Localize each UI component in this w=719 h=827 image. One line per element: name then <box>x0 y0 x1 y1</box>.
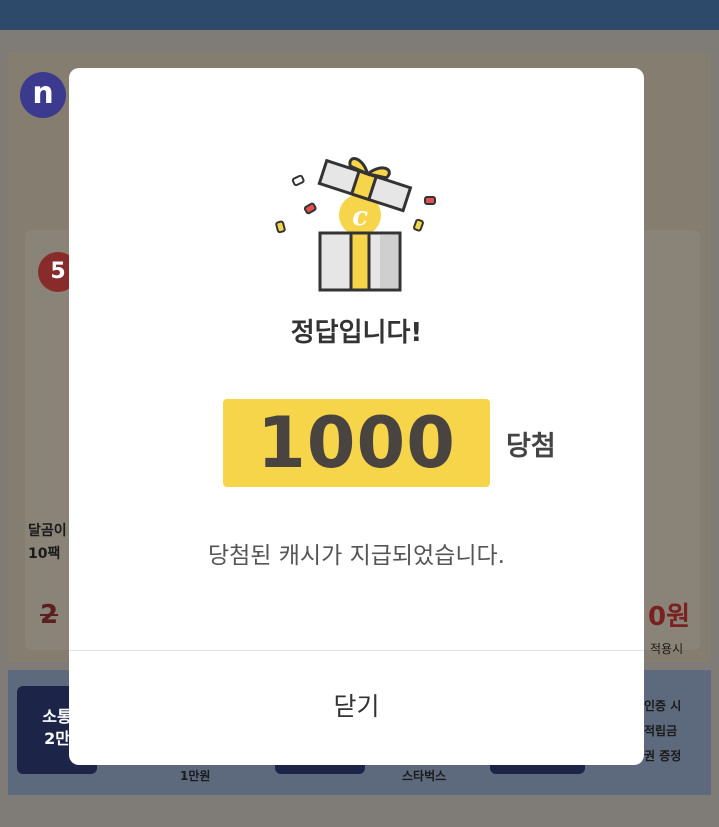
bottom-right-line2: 적립금 <box>644 724 678 738</box>
background-product-card-right <box>640 230 700 650</box>
prize-suffix: 당첨 <box>506 431 556 462</box>
bottom-right-line1: 인증 시 <box>644 699 682 713</box>
gift-box-cash-icon: c <box>275 157 436 292</box>
result-headline: 정답입니다! <box>290 318 423 348</box>
price-note: 적용시 <box>650 642 684 656</box>
background-top-bar <box>0 0 719 30</box>
prize-amount: 1000 <box>223 399 490 487</box>
bottom-caption-1: 1만원 <box>180 769 211 783</box>
product-name-line2: 10팩 <box>28 546 61 562</box>
product-name-line1: 달곰이 <box>28 523 67 539</box>
sale-price: 0원 <box>648 602 691 632</box>
app-logo: n <box>20 72 66 118</box>
svg-text:c: c <box>352 202 368 232</box>
bottom-right-line3: 권 증정 <box>644 749 682 763</box>
original-price: 2 <box>40 600 59 630</box>
result-message: 당첨된 캐시가 지급되었습니다. <box>207 543 505 569</box>
close-button[interactable]: 닫기 <box>69 651 644 765</box>
bottom-caption-2: 스타벅스 <box>402 769 447 783</box>
